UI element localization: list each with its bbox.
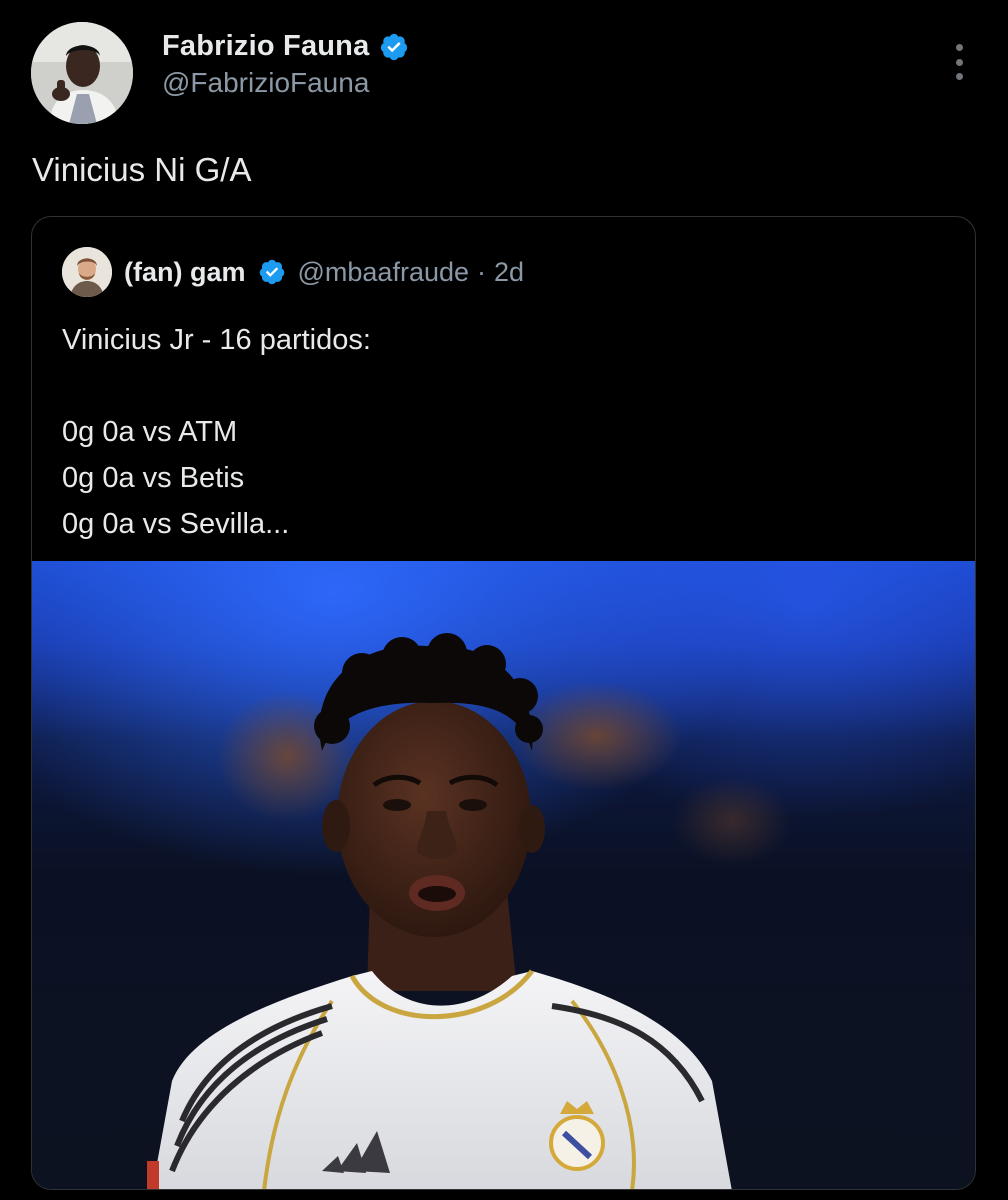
football-player-photo-icon [32, 561, 975, 1189]
more-dot-icon [955, 58, 963, 66]
quoted-tweet-card[interactable]: (fan) gam @mbaafraude · 2d Vinicius Jr -… [31, 216, 976, 1190]
more-dot-icon [955, 44, 963, 51]
quoted-text-line: Vinicius Jr - 16 partidos: [62, 324, 371, 356]
quoted-author-avatar[interactable] [62, 247, 112, 297]
verified-badge-icon [381, 33, 408, 60]
more-dot-icon [955, 73, 963, 80]
quoted-text-line [62, 363, 371, 409]
author-avatar[interactable] [31, 22, 133, 124]
profile-photo-icon [31, 22, 133, 124]
tweet-author: Fabrizio Fauna @FabrizioFauna [162, 30, 409, 99]
quoted-text-line: 0g 0a vs Sevilla... [62, 508, 290, 540]
quoted-author-handle[interactable]: @mbaafraude [298, 257, 470, 288]
verified-badge-icon [259, 259, 284, 285]
author-display-name[interactable]: Fabrizio Fauna [162, 30, 369, 63]
quoted-tweet-media[interactable] [32, 561, 975, 1189]
profile-photo-icon [62, 247, 112, 297]
meta-separator: · [477, 256, 487, 287]
quoted-author-display-name[interactable]: (fan) gam [124, 257, 246, 288]
author-handle[interactable]: @FabrizioFauna [162, 67, 409, 99]
quoted-text-line: 0g 0a vs Betis [62, 462, 245, 494]
quoted-text-line: 0g 0a vs ATM [62, 416, 238, 448]
quoted-tweet-time[interactable]: 2d [494, 257, 524, 288]
more-options-button[interactable] [950, 44, 968, 80]
quoted-tweet-text: Vinicius Jr - 16 partidos: 0g 0a vs ATM … [62, 317, 371, 547]
tweet-page: Fabrizio Fauna @FabrizioFauna Vinicius N… [0, 0, 1008, 1200]
tweet-text: Vinicius Ni G/A [32, 151, 252, 188]
quoted-tweet-header: (fan) gam @mbaafraude · 2d [62, 247, 524, 297]
